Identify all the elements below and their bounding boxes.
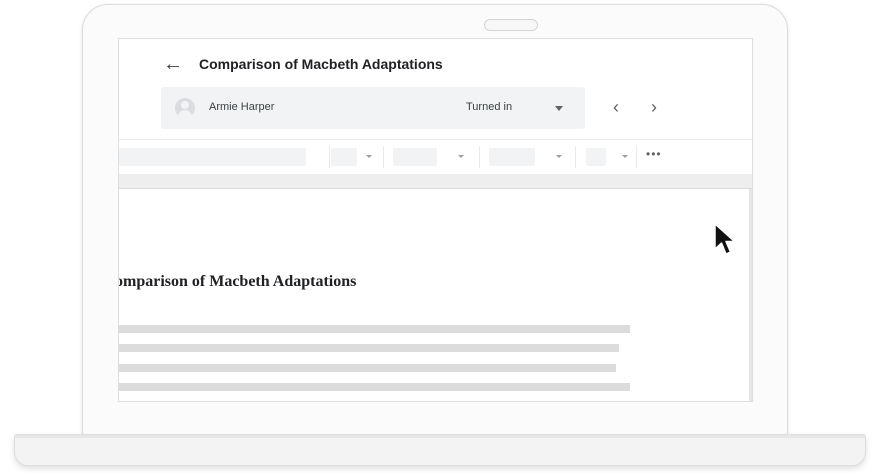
editor-toolbar: ••• (119, 139, 752, 175)
laptop-camera (484, 19, 538, 31)
toolbar-caret-icon (366, 155, 372, 158)
student-selector[interactable]: Armie Harper Turned in (161, 87, 585, 129)
laptop-screen: ← Comparison of Macbeth Adaptations Armi… (118, 38, 753, 402)
toolbar-caret-icon (458, 155, 464, 158)
dropdown-caret-icon[interactable] (555, 106, 563, 111)
toolbar-caret-icon (622, 155, 628, 158)
laptop-base (14, 434, 866, 466)
toolbar-divider (636, 146, 637, 168)
toolbar-field-1[interactable] (119, 148, 306, 166)
submission-status: Turned in (466, 101, 513, 113)
laptop-base-lip (15, 435, 865, 438)
document-heading: omparison of Macbeth Adaptations (118, 273, 357, 290)
text-line-placeholder (119, 325, 630, 333)
toolbar-dropdown-1[interactable] (331, 148, 357, 166)
toolbar-divider (479, 146, 480, 168)
toolbar-dropdown-4[interactable] (586, 148, 606, 166)
toolbar-caret-icon (556, 155, 562, 158)
back-arrow-icon[interactable]: ← (163, 53, 183, 75)
text-line-placeholder (119, 383, 630, 391)
top-bar: ← Comparison of Macbeth Adaptations Armi… (119, 39, 752, 139)
page-edge (749, 189, 752, 401)
toolbar-dropdown-3[interactable] (489, 148, 535, 166)
text-line-placeholder (119, 344, 619, 352)
previous-student-chevron-left-icon[interactable]: ‹ (613, 97, 619, 117)
text-line-placeholder (119, 364, 616, 372)
toolbar-divider (329, 146, 330, 168)
more-options-icon[interactable]: ••• (646, 147, 662, 161)
document-title: Comparison of Macbeth Adaptations (199, 56, 443, 72)
toolbar-divider (383, 146, 384, 168)
toolbar-dropdown-2[interactable] (393, 148, 437, 166)
ruler-strip (119, 174, 752, 189)
mouse-pointer-icon (714, 223, 736, 255)
document-page[interactable]: omparison of Macbeth Adaptations (119, 189, 752, 401)
next-student-chevron-right-icon[interactable]: › (651, 97, 657, 117)
toolbar-divider (575, 146, 576, 168)
avatar-icon (175, 98, 195, 118)
student-name: Armie Harper (209, 101, 275, 113)
